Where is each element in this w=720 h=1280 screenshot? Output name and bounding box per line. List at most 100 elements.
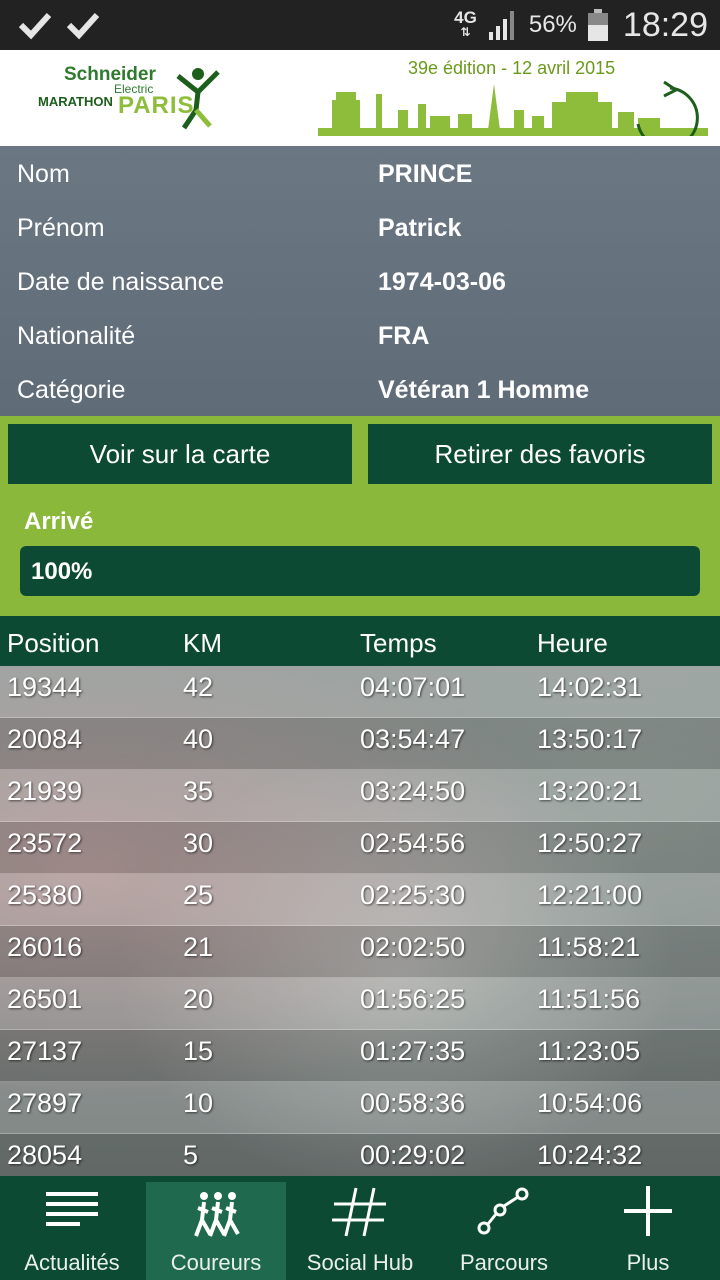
cell-time: 00:29:02 — [360, 1140, 466, 1170]
cell-time: 02:54:56 — [360, 828, 466, 858]
cell-clock: 13:50:17 — [537, 724, 643, 754]
hashtag-icon — [332, 1187, 386, 1237]
column-header-km: KM — [183, 628, 222, 658]
table-header: Position KM Temps Heure — [0, 616, 720, 666]
column-header-time: Temps — [360, 628, 437, 658]
progress-label: Arrivé — [24, 508, 94, 535]
identity-value: Vétéran 1 Homme — [378, 376, 590, 404]
identity-label: Prénom — [17, 214, 105, 242]
battery-icon — [587, 9, 608, 41]
cell-position: 28054 — [7, 1140, 83, 1170]
route-icon — [477, 1187, 529, 1235]
cell-km: 25 — [183, 880, 214, 910]
cell-time: 03:54:47 — [360, 724, 466, 754]
identity-value: Patrick — [378, 214, 462, 242]
cell-km: 21 — [183, 932, 214, 962]
table-row[interactable]: 23572 30 02:54:56 12:50:27 — [0, 822, 720, 874]
cell-position: 23572 — [7, 828, 83, 858]
table-row[interactable]: 27137 15 01:27:35 11:23:05 — [0, 1030, 720, 1082]
actions-panel: Voir sur la carte Retirer des favoris Ar… — [0, 416, 720, 616]
cell-clock: 11:51:56 — [537, 984, 641, 1014]
column-header-position: Position — [7, 628, 100, 658]
battery-percent: 56% — [528, 11, 577, 38]
cell-time: 01:27:35 — [360, 1036, 466, 1066]
column-header-clock: Heure — [537, 628, 608, 658]
nav-item-plus[interactable]: Plus — [576, 1176, 720, 1280]
header-banner: Schneider Electric MARATHON PARIS 39e éd… — [0, 50, 720, 146]
logo-text-marathon: MARATHON — [38, 94, 113, 109]
progress-text: 100% — [31, 558, 93, 585]
paris-skyline-icon — [318, 80, 708, 136]
cell-time: 04:07:01 — [360, 672, 466, 702]
cell-position: 21939 — [7, 776, 83, 806]
nav-label: Plus — [626, 1250, 670, 1275]
nav-label: Parcours — [459, 1250, 549, 1275]
table-body[interactable]: 19344 42 04:07:01 14:02:31 20084 40 03:54:47 13… — [0, 666, 720, 1176]
runner-identity: Nom PRINCE Prénom Patrick Date de naissa… — [0, 146, 720, 416]
status-bar: 4G ⇅ 56% 18:29 — [0, 0, 720, 50]
cell-km: 30 — [183, 828, 214, 858]
cell-position: 26016 — [7, 932, 83, 962]
table-row[interactable]: 20084 40 03:54:47 13:50:17 — [0, 718, 720, 770]
nav-label: Actualités — [24, 1250, 120, 1275]
identity-row-prenom: Prénom Patrick — [0, 200, 720, 254]
nav-item-actualites[interactable]: Actualités — [0, 1176, 144, 1280]
cell-km: 5 — [183, 1140, 199, 1170]
cell-clock: 10:54:06 — [537, 1088, 643, 1118]
nav-item-coureurs[interactable]: Coureurs — [146, 1182, 286, 1280]
cell-time: 02:02:50 — [360, 932, 466, 962]
cell-km: 15 — [183, 1036, 214, 1066]
identity-label: Nom — [17, 160, 70, 188]
table-row[interactable]: 27897 10 00:58:36 10:54:06 — [0, 1082, 720, 1134]
runners-icon — [194, 1192, 240, 1237]
cell-km: 10 — [183, 1088, 214, 1118]
table-row[interactable]: 25380 25 02:25:30 12:21:00 — [0, 874, 720, 926]
identity-row-birthdate: Date de naissance 1974-03-06 — [0, 254, 720, 308]
identity-label: Date de naissance — [17, 268, 225, 296]
cell-time: 03:24:50 — [360, 776, 466, 806]
table-row[interactable]: 26501 20 01:56:25 11:51:56 — [0, 978, 720, 1030]
cell-km: 42 — [183, 672, 214, 702]
cell-km: 20 — [183, 984, 214, 1014]
progress-fill — [20, 546, 700, 596]
plus-icon — [624, 1186, 672, 1236]
identity-label: Catégorie — [17, 376, 126, 404]
edition-text: 39e édition - 12 avril 2015 — [408, 58, 616, 78]
identity-value: FRA — [378, 322, 430, 350]
cell-clock: 13:20:21 — [537, 776, 643, 806]
runner-figure-icon — [176, 68, 220, 130]
cell-position: 25380 — [7, 880, 83, 910]
identity-row-nom: Nom PRINCE — [0, 146, 720, 200]
nav-label: Social Hub — [306, 1250, 414, 1275]
network-indicator: 4G ⇅ — [454, 8, 477, 39]
remove-favorite-button[interactable]: Retirer des favoris — [368, 424, 712, 484]
table-row[interactable]: 19344 42 04:07:01 14:02:31 — [0, 666, 720, 718]
cell-position: 19344 — [7, 672, 83, 702]
cell-position: 26501 — [7, 984, 83, 1014]
identity-row-nationality: Nationalité FRA — [0, 308, 720, 362]
check-icon — [66, 12, 100, 40]
identity-value: 1974-03-06 — [378, 268, 506, 296]
table-row[interactable]: 28054 5 00:29:02 10:24:32 — [0, 1134, 720, 1176]
cell-clock: 14:02:31 — [537, 672, 643, 702]
news-lines-icon — [46, 1192, 98, 1226]
cell-clock: 10:24:32 — [537, 1140, 643, 1170]
check-icon — [18, 12, 52, 40]
splits-table: Position KM Temps Heure 19344 42 04:07:01 1… — [0, 616, 720, 1176]
nav-label: Coureurs — [170, 1250, 262, 1275]
cell-clock: 12:50:27 — [537, 828, 643, 858]
cell-position: 27897 — [7, 1088, 83, 1118]
table-row[interactable]: 21939 35 03:24:50 13:20:21 — [0, 770, 720, 822]
nav-item-parcours[interactable]: Parcours — [432, 1176, 576, 1280]
cell-km: 35 — [183, 776, 214, 806]
cell-time: 01:56:25 — [360, 984, 466, 1014]
cell-position: 27137 — [7, 1036, 83, 1066]
bottom-navigation: Actualités Coureurs Social Hub Parcours … — [0, 1176, 720, 1280]
signal-icon — [488, 11, 514, 40]
cell-km: 40 — [183, 724, 214, 754]
table-row[interactable]: 26016 21 02:02:50 11:58:21 — [0, 926, 720, 978]
nav-item-social-hub[interactable]: Social Hub — [288, 1176, 432, 1280]
clock: 18:29 — [622, 5, 708, 44]
identity-row-category: Catégorie Vétéran 1 Homme — [0, 362, 720, 416]
view-on-map-button[interactable]: Voir sur la carte — [8, 424, 352, 484]
